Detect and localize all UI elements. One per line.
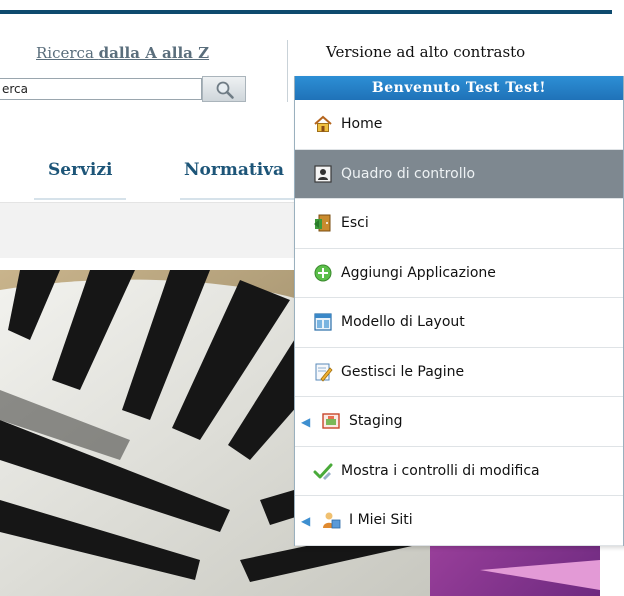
dock-item-add-application[interactable]: Aggiungi Applicazione — [295, 249, 623, 298]
dock-item-label: Staging — [349, 413, 403, 430]
header-separator — [287, 40, 288, 102]
dock-welcome-header[interactable]: Benvenuto Test Test! — [295, 76, 623, 100]
content-header-band — [0, 202, 300, 258]
dock-item-home[interactable]: Home — [295, 100, 623, 150]
exit-door-icon — [314, 214, 331, 232]
az-link-bold: dalla A alla Z — [98, 44, 210, 62]
az-search-link[interactable]: Ricerca dalla A alla Z — [36, 44, 209, 62]
submenu-arrow-icon: ◀ — [301, 415, 311, 429]
az-link-prefix: Ricerca — [36, 44, 99, 62]
dock-item-toggle-edit-controls[interactable]: Mostra i controlli di modifica — [295, 447, 623, 496]
dock-item-label: Gestisci le Pagine — [341, 363, 465, 380]
dock-item-label: Mostra i controlli di modifica — [341, 462, 540, 479]
tab-servizi[interactable]: Servizi — [48, 160, 113, 180]
dock-item-label: Modello di Layout — [341, 314, 465, 331]
home-icon — [314, 115, 332, 133]
dock-item-manage-pages[interactable]: Gestisci le Pagine — [295, 348, 623, 397]
tab-normativa-underline — [180, 198, 294, 200]
add-circle-icon — [314, 264, 332, 282]
dock-item-label: I Miei Siti — [349, 512, 413, 529]
dock-item-my-sites[interactable]: ◀ I Miei Siti — [295, 496, 623, 546]
tab-normativa[interactable]: Normativa — [184, 160, 284, 180]
dock-item-exit[interactable]: Esci — [295, 199, 623, 249]
dock-item-label: Home — [341, 116, 383, 133]
checkmark-icon — [313, 463, 333, 480]
dock-item-label: Esci — [341, 215, 369, 232]
search-button[interactable] — [202, 76, 246, 102]
control-panel-icon — [314, 165, 332, 183]
submenu-arrow-icon: ◀ — [301, 514, 311, 528]
manage-pages-icon — [315, 363, 333, 382]
dock-item-staging[interactable]: ◀ Staging — [295, 397, 623, 447]
dock-item-label: Quadro di controllo — [341, 165, 476, 182]
staging-icon — [322, 413, 340, 429]
tab-servizi-underline — [34, 198, 126, 200]
search-icon — [216, 81, 234, 99]
dock-item-layout-template[interactable]: Modello di Layout — [295, 298, 623, 348]
dock-item-label: Aggiungi Applicazione — [341, 264, 496, 281]
my-sites-icon — [323, 512, 341, 529]
search-input[interactable]: erca — [0, 78, 202, 100]
layout-template-icon — [314, 313, 332, 331]
dock-menu: Benvenuto Test Test! Home Quadro di cont… — [294, 76, 624, 546]
high-contrast-link[interactable]: Versione ad alto contrasto — [326, 43, 525, 61]
dock-item-control-panel[interactable]: Quadro di controllo — [295, 149, 623, 199]
header-top-rule — [0, 10, 612, 14]
